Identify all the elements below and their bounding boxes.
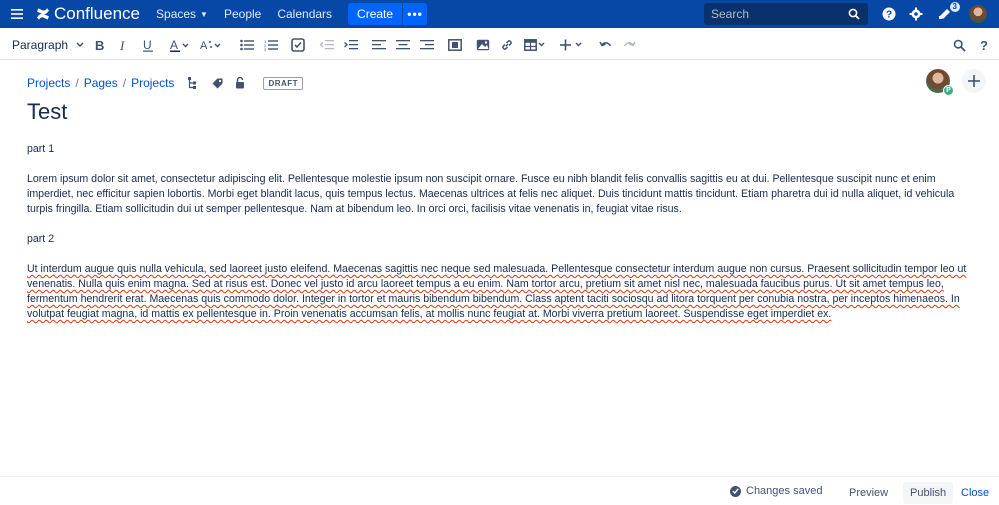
- layout-icon[interactable]: [448, 37, 462, 53]
- close-button-label: Close: [961, 487, 990, 499]
- breadcrumb-parent-page[interactable]: Projects: [131, 76, 174, 90]
- svg-text:A: A: [200, 40, 208, 52]
- breadcrumb-pages[interactable]: Pages: [84, 76, 118, 90]
- svg-text:?: ?: [980, 38, 988, 52]
- undo-icon[interactable]: [599, 37, 612, 53]
- preview-button[interactable]: Preview: [842, 482, 895, 504]
- image-icon[interactable]: [476, 37, 490, 53]
- breadcrumb-separator: /: [75, 76, 79, 90]
- paragraph-style-label: Paragraph: [12, 38, 69, 52]
- svg-text:A: A: [170, 38, 178, 52]
- svg-text:3: 3: [264, 47, 267, 51]
- collaborator-presence-badge: P: [943, 85, 954, 96]
- user-avatar[interactable]: [969, 5, 987, 23]
- task-checkbox-icon[interactable]: [291, 37, 305, 53]
- search-box[interactable]: [704, 3, 868, 25]
- bold-icon[interactable]: B: [94, 37, 106, 53]
- help-icon[interactable]: ?: [880, 5, 898, 23]
- align-center-icon[interactable]: [396, 37, 410, 53]
- nav-calendars[interactable]: Calendars: [277, 7, 332, 21]
- body-paragraph-1[interactable]: Lorem ipsum dolor sit amet, consectetur …: [27, 172, 977, 217]
- close-button[interactable]: Close: [954, 482, 996, 504]
- breadcrumb-projects[interactable]: Projects: [27, 76, 70, 90]
- publish-button-label: Publish: [910, 487, 947, 499]
- nav-spaces[interactable]: Spaces ▼: [156, 7, 208, 21]
- brand-name: Confluence: [54, 4, 141, 23]
- search-icon[interactable]: [848, 7, 860, 25]
- svg-text:?: ?: [886, 10, 892, 21]
- redo-icon[interactable]: [623, 37, 636, 53]
- more-icon: •••: [407, 7, 423, 21]
- gear-icon[interactable]: [907, 5, 925, 23]
- plus-icon: [968, 75, 980, 87]
- paragraph-style-dropdown[interactable]: Paragraph: [12, 37, 84, 53]
- text-color-icon[interactable]: A: [170, 37, 190, 53]
- confluence-logo[interactable]: Confluence: [36, 4, 140, 24]
- underline-icon[interactable]: U: [142, 37, 154, 53]
- preview-button-label: Preview: [849, 487, 889, 499]
- italic-icon[interactable]: I: [118, 37, 130, 53]
- nav-calendars-label: Calendars: [277, 7, 333, 21]
- save-status: Changes saved: [730, 485, 822, 497]
- check-circle-icon: [730, 485, 741, 497]
- bullet-list-icon[interactable]: [240, 37, 254, 53]
- chevron-down-icon: ▼: [200, 9, 208, 19]
- nav-people[interactable]: People: [224, 7, 261, 21]
- create-more-button[interactable]: •••: [403, 3, 428, 25]
- svg-text:B: B: [95, 38, 104, 52]
- numbered-list-icon[interactable]: 123: [264, 37, 278, 53]
- outdent-icon[interactable]: [320, 37, 334, 53]
- chevron-down-icon: [76, 42, 84, 48]
- insert-more-icon[interactable]: [560, 37, 584, 53]
- create-button[interactable]: Create: [348, 3, 403, 25]
- draft-badge: DRAFT: [263, 76, 304, 90]
- collaborator-avatar[interactable]: P: [926, 69, 954, 96]
- breadcrumb: Projects / Pages / Projects DRAFT: [27, 76, 304, 90]
- table-icon[interactable]: [524, 37, 546, 53]
- align-right-icon[interactable]: [420, 37, 434, 53]
- more-formatting-icon[interactable]: A: [200, 37, 222, 53]
- notifications-icon[interactable]: 3: [936, 2, 960, 23]
- menu-icon[interactable]: [0, 0, 34, 28]
- link-icon[interactable]: [500, 37, 514, 53]
- nav-spaces-label: Spaces: [156, 7, 197, 21]
- page-location-icon[interactable]: [188, 77, 198, 89]
- indent-icon[interactable]: [344, 37, 358, 53]
- editor-footer: Changes saved Preview Publish Close: [0, 476, 999, 505]
- svg-text:I: I: [119, 38, 125, 52]
- search-input[interactable]: [711, 7, 845, 21]
- top-navigation: Confluence Spaces ▼ People Calendars Cre…: [0, 0, 999, 28]
- nav-people-label: People: [223, 7, 262, 21]
- page-body-editor[interactable]: part 1 Lorem ipsum dolor sit amet, conse…: [27, 142, 977, 337]
- invite-collaborator-button[interactable]: [962, 69, 986, 93]
- publish-button[interactable]: Publish: [903, 482, 954, 504]
- confluence-logo-icon: [37, 8, 49, 20]
- create-button-label: Create: [357, 7, 394, 21]
- find-replace-icon[interactable]: [953, 37, 966, 53]
- restrictions-lock-icon[interactable]: [235, 77, 245, 89]
- page-title[interactable]: Test: [27, 99, 67, 125]
- body-paragraph-2[interactable]: Ut interdum augue quis nulla vehicula, s…: [27, 262, 977, 322]
- label-tag-icon[interactable]: [212, 78, 223, 89]
- body-paragraph-part1-heading[interactable]: part 1: [27, 142, 977, 157]
- notifications-badge: 3: [949, 2, 960, 12]
- svg-text:U: U: [143, 38, 152, 52]
- breadcrumb-separator: /: [122, 76, 127, 90]
- body-paragraph-part2-heading[interactable]: part 2: [27, 232, 977, 247]
- save-status-label: Changes saved: [746, 485, 823, 497]
- editor-toolbar: Paragraph B I U A A 123 ?: [0, 30, 999, 60]
- align-left-icon[interactable]: [372, 37, 386, 53]
- help-shortcuts-icon[interactable]: ?: [979, 37, 989, 53]
